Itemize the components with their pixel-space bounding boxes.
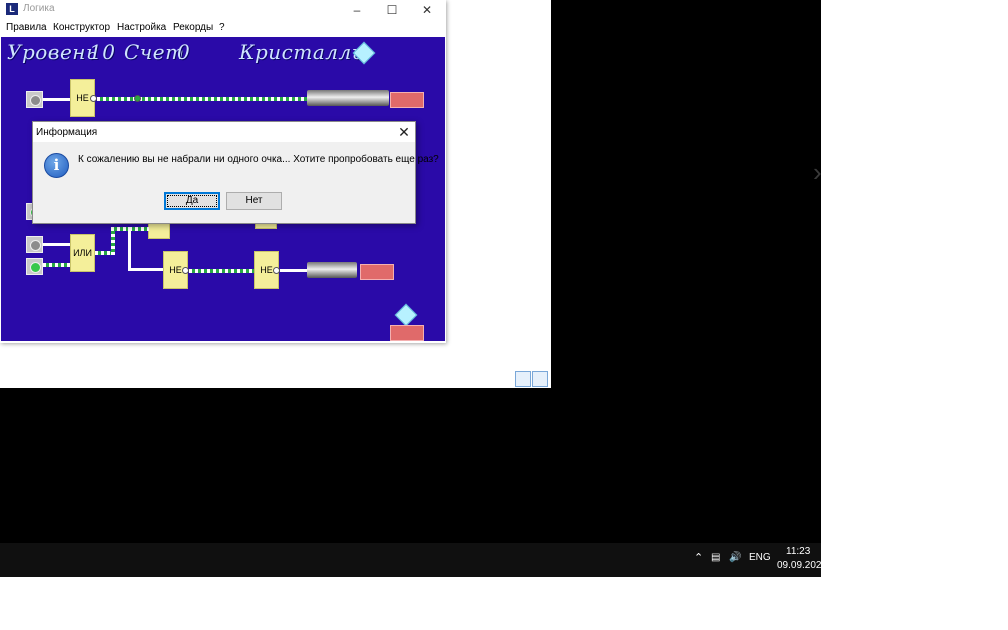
active-wire bbox=[97, 97, 307, 101]
yes-button[interactable]: Да bbox=[164, 192, 220, 210]
details-view-icon[interactable] bbox=[515, 371, 531, 387]
active-wire bbox=[111, 227, 115, 255]
close-button[interactable]: ✕ bbox=[410, 0, 444, 20]
wire bbox=[128, 227, 131, 270]
wire bbox=[43, 98, 71, 101]
taskbar: ⌃ ▤ 🔊 ENG 11:23 09.09.2020 bbox=[0, 543, 827, 577]
junction-node bbox=[134, 95, 141, 102]
no-button[interactable]: Нет bbox=[226, 192, 282, 210]
info-dialog: Информация ✕ i К сожалению вы не набрали… bbox=[32, 121, 439, 224]
dialog-close-button[interactable]: ✕ bbox=[393, 122, 415, 142]
gate-output-node bbox=[182, 267, 189, 274]
dialog-titlebar[interactable]: Информация ✕ bbox=[33, 122, 415, 142]
gate-output-node bbox=[90, 95, 97, 102]
piston-1 bbox=[307, 90, 389, 106]
gate-or: ИЛИ bbox=[70, 234, 95, 272]
active-wire bbox=[43, 263, 71, 267]
score-value: 0 bbox=[177, 40, 191, 64]
clock-date[interactable]: 09.09.2020 bbox=[777, 560, 827, 571]
menu-constructor[interactable]: Конструктор bbox=[53, 22, 110, 33]
crystals-label: Кристаллы bbox=[239, 40, 369, 64]
score-label: Счет bbox=[124, 40, 185, 64]
input-switch-1[interactable] bbox=[26, 91, 43, 108]
app-title: Логика bbox=[23, 3, 55, 14]
menu-rules[interactable]: Правила bbox=[6, 22, 47, 33]
target-block-3 bbox=[390, 325, 424, 341]
gate-output-node bbox=[273, 267, 280, 274]
clock-time[interactable]: 11:23 bbox=[786, 546, 810, 557]
network-icon[interactable]: ▤ bbox=[711, 552, 720, 563]
active-wire bbox=[189, 269, 255, 273]
maximize-button[interactable]: ☐ bbox=[375, 0, 409, 20]
chevron-up-icon[interactable]: ⌃ bbox=[694, 551, 703, 564]
input-switch-5[interactable] bbox=[26, 258, 43, 275]
input-switch-4[interactable] bbox=[26, 236, 43, 253]
desktop-black-area bbox=[551, 0, 821, 388]
info-icon: i bbox=[44, 153, 69, 178]
minimize-button[interactable]: – bbox=[340, 0, 374, 20]
view-toggle-group bbox=[515, 371, 548, 387]
menu-help[interactable]: ? bbox=[219, 22, 225, 33]
wire bbox=[128, 268, 164, 271]
wire bbox=[280, 269, 307, 272]
app-titlebar[interactable]: L Логика – ☐ ✕ bbox=[0, 0, 446, 20]
logic-app-icon: L bbox=[6, 3, 18, 15]
volume-icon[interactable]: 🔊 bbox=[729, 552, 741, 563]
crystal-pickup-icon bbox=[394, 303, 418, 327]
dialog-title: Информация bbox=[36, 127, 98, 138]
menubar: Правила Конструктор Настройка Рекорды ? bbox=[0, 20, 446, 37]
target-block-1 bbox=[390, 92, 424, 108]
target-block-2 bbox=[360, 264, 394, 280]
menu-settings[interactable]: Настройка bbox=[117, 22, 166, 33]
level-value: 10 bbox=[89, 40, 116, 64]
dialog-message: К сожалению вы не набрали ни одного очка… bbox=[78, 154, 439, 165]
chevron-right-icon[interactable]: › bbox=[813, 158, 823, 186]
level-label: Уровень bbox=[7, 40, 98, 64]
piston-2 bbox=[307, 262, 357, 278]
menu-records[interactable]: Рекорды bbox=[173, 22, 213, 33]
desktop-black-area-bottom bbox=[0, 388, 821, 543]
wire bbox=[43, 243, 71, 246]
language-indicator[interactable]: ENG bbox=[749, 552, 771, 563]
large-icons-view-icon[interactable] bbox=[532, 371, 548, 387]
